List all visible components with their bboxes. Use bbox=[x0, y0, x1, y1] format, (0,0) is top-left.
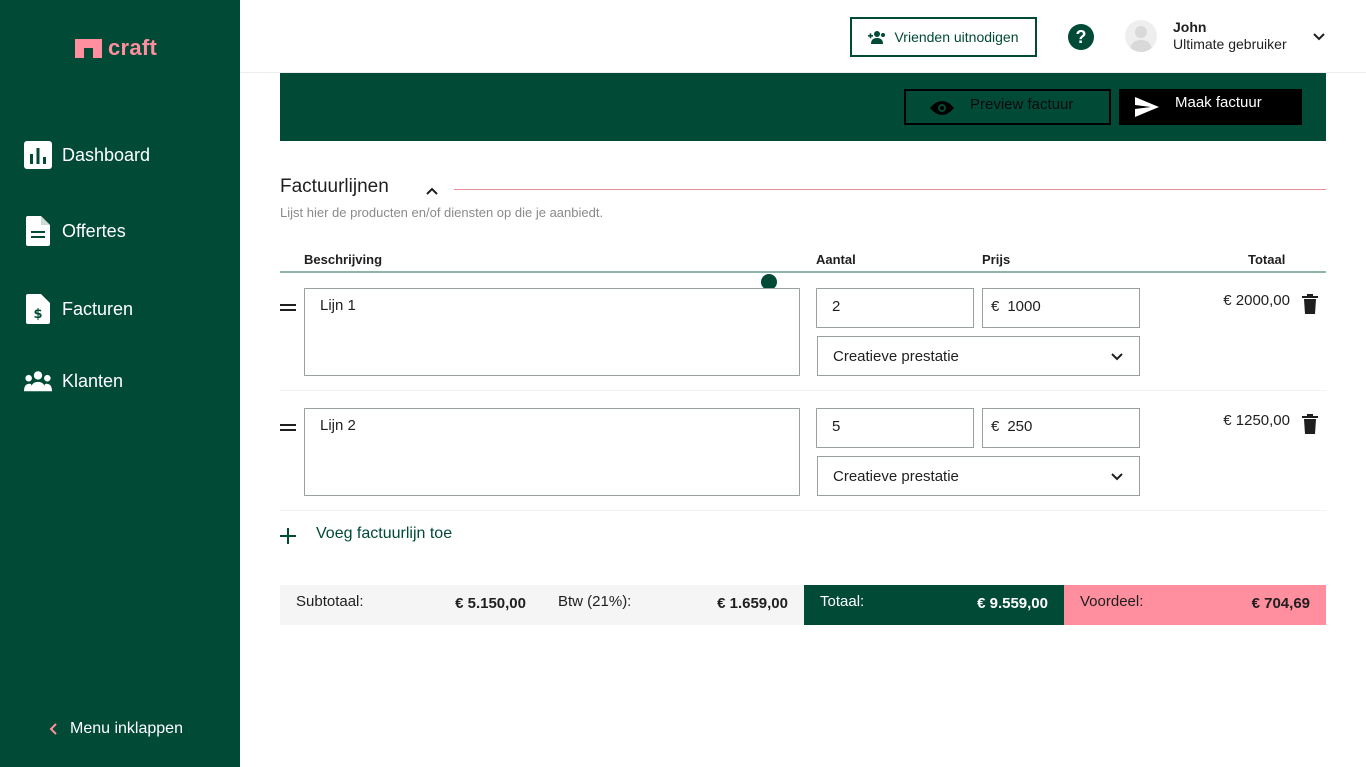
sidebar-item-offertes[interactable]: Offertes bbox=[24, 216, 126, 246]
bar-chart-icon bbox=[24, 140, 52, 170]
table-header-divider bbox=[280, 271, 1326, 273]
benefit-cell: Voordeel: € 704,69 bbox=[1064, 585, 1326, 625]
sidebar-item-dashboard[interactable]: Dashboard bbox=[24, 140, 150, 170]
sidebar-item-klanten[interactable]: Klanten bbox=[24, 366, 123, 396]
sidebar-item-label: Offertes bbox=[62, 220, 126, 241]
column-header-quantity: Aantal bbox=[816, 252, 856, 267]
top-header: Vrienden uitnodigen ? John Ultimate gebr… bbox=[240, 0, 1366, 73]
line-price-input[interactable]: € 1000 bbox=[982, 288, 1140, 328]
section-title: Factuurlijnen bbox=[280, 176, 389, 197]
sidebar: craft Dashboard Offertes $ Facturen Klan… bbox=[0, 0, 240, 767]
line-category-value: Creatieve prestatie bbox=[833, 347, 959, 365]
svg-text:$: $ bbox=[33, 307, 42, 322]
chevron-down-icon bbox=[1111, 473, 1123, 481]
column-header-description: Beschrijving bbox=[304, 252, 383, 267]
users-icon bbox=[24, 366, 52, 396]
chevron-up-icon[interactable] bbox=[424, 183, 440, 199]
line-quantity-input[interactable]: 5 bbox=[816, 408, 974, 448]
invoice-dollar-icon: $ bbox=[24, 294, 52, 324]
sidebar-item-label: Klanten bbox=[62, 370, 124, 391]
line-description-input[interactable]: Lijn 1 bbox=[304, 288, 800, 376]
subtotal-cell: Subtotaal: € 5.150,00 bbox=[280, 585, 542, 625]
brand-name: craft bbox=[108, 35, 158, 60]
invoice-action-bar: Preview factuur Maak factuur bbox=[280, 73, 1326, 141]
user-role: Ultimate gebruiker bbox=[1173, 36, 1287, 52]
craft-logo-icon bbox=[75, 38, 102, 58]
line-price-value: 1000 bbox=[1007, 298, 1041, 315]
section-divider bbox=[454, 189, 1326, 190]
add-invoice-line-label: Voeg factuurlijn toe bbox=[316, 524, 453, 542]
section-subtitle: Lijst hier de producten en/of diensten o… bbox=[280, 205, 604, 220]
line-category-select[interactable]: Creatieve prestatie bbox=[817, 336, 1140, 376]
invite-friends-label: Vrienden uitnodigen bbox=[894, 29, 1019, 45]
create-invoice-label: Maak factuur bbox=[1175, 94, 1262, 111]
vat-cell: Btw (21%): € 1.659,00 bbox=[542, 585, 804, 625]
preview-invoice-label: Preview factuur bbox=[970, 96, 1074, 113]
total-cell: Totaal: € 9.559,00 bbox=[804, 585, 1064, 625]
collapse-menu-button[interactable]: Menu inklappen bbox=[48, 720, 183, 738]
drag-handle-icon[interactable] bbox=[280, 302, 296, 312]
line-description-input[interactable]: Lijn 2 bbox=[304, 408, 800, 496]
send-icon bbox=[1135, 97, 1159, 117]
column-header-price: Prijs bbox=[982, 252, 1011, 267]
trash-icon[interactable] bbox=[1302, 414, 1318, 434]
line-quantity-input[interactable]: 2 bbox=[816, 288, 974, 328]
benefit-label: Voordeel: bbox=[1080, 593, 1144, 610]
line-price-input[interactable]: € 250 bbox=[982, 408, 1140, 448]
totals-bar: Subtotaal: € 5.150,00 Btw (21%): € 1.659… bbox=[280, 585, 1326, 625]
add-invoice-line-button[interactable]: Voeg factuurlijn toe bbox=[280, 523, 452, 544]
collapse-menu-label: Menu inklappen bbox=[70, 720, 183, 737]
sidebar-item-facturen[interactable]: $ Facturen bbox=[24, 294, 133, 324]
line-total: € 2000,00 bbox=[1223, 292, 1290, 309]
benefit-value: € 704,69 bbox=[1251, 595, 1310, 612]
line-category-select[interactable]: Creatieve prestatie bbox=[817, 456, 1140, 496]
sidebar-item-label: Facturen bbox=[62, 298, 134, 319]
line-price-value: 250 bbox=[1007, 418, 1033, 435]
document-icon bbox=[24, 216, 52, 246]
chevron-left-icon bbox=[49, 723, 57, 735]
total-value: € 9.559,00 bbox=[977, 595, 1048, 612]
plus-icon bbox=[280, 528, 296, 544]
brand-logo[interactable]: craft bbox=[75, 37, 157, 59]
chevron-down-icon bbox=[1111, 353, 1123, 361]
subtotal-value: € 5.150,00 bbox=[455, 595, 526, 612]
currency-symbol: € bbox=[991, 298, 1000, 315]
row-divider bbox=[280, 390, 1326, 391]
drag-handle-icon[interactable] bbox=[280, 422, 296, 432]
chevron-down-icon[interactable] bbox=[1311, 29, 1327, 45]
create-invoice-button[interactable]: Maak factuur bbox=[1119, 89, 1302, 125]
help-icon[interactable]: ? bbox=[1068, 24, 1094, 50]
sidebar-item-label: Dashboard bbox=[62, 144, 151, 165]
line-category-value: Creatieve prestatie bbox=[833, 467, 959, 485]
add-user-icon bbox=[868, 31, 886, 44]
avatar[interactable] bbox=[1125, 20, 1157, 52]
preview-invoice-button[interactable]: Preview factuur bbox=[904, 89, 1111, 125]
trash-icon[interactable] bbox=[1302, 294, 1318, 314]
line-total: € 1250,00 bbox=[1223, 412, 1290, 429]
invite-friends-button[interactable]: Vrienden uitnodigen bbox=[850, 17, 1037, 57]
eye-icon bbox=[930, 101, 954, 115]
subtotal-label: Subtotaal: bbox=[296, 593, 364, 610]
currency-symbol: € bbox=[991, 418, 1000, 435]
total-label: Totaal: bbox=[820, 593, 865, 610]
vat-label: Btw (21%): bbox=[558, 593, 632, 610]
vat-value: € 1.659,00 bbox=[717, 595, 788, 612]
user-name: John bbox=[1173, 19, 1207, 35]
column-header-total: Totaal bbox=[1248, 252, 1286, 267]
row-divider bbox=[280, 510, 1326, 511]
